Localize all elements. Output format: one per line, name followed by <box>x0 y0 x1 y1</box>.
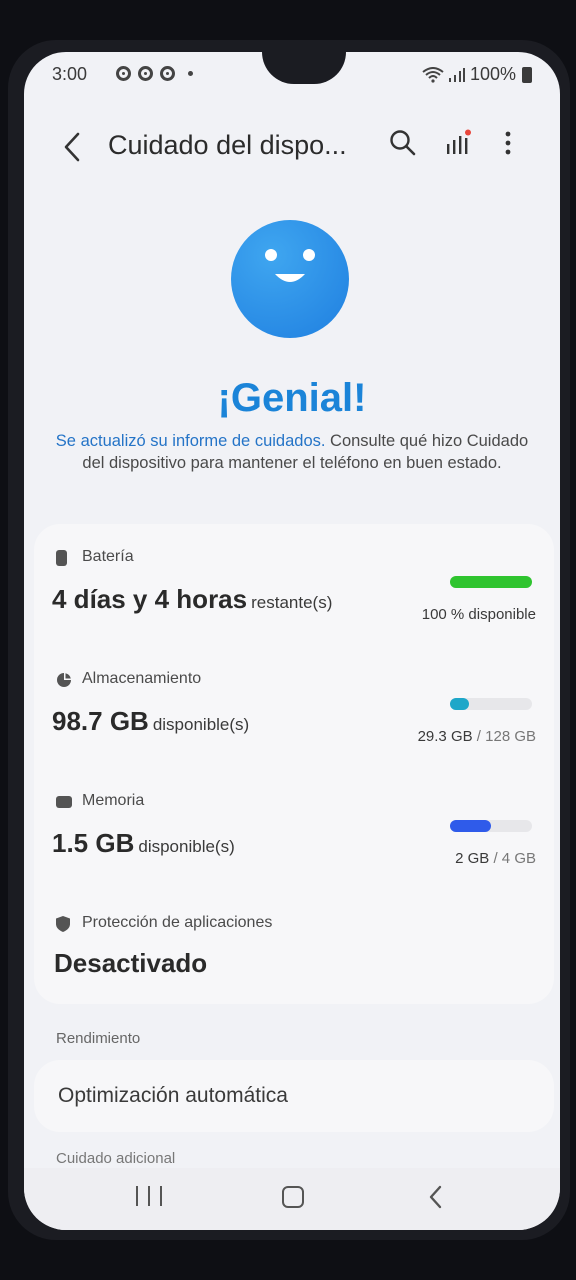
battery-row[interactable]: Batería 4 días y 4 horas restante(s) 100 … <box>34 548 554 658</box>
care-report-link[interactable]: Se actualizó su informe de cuidados. <box>56 432 326 450</box>
insights-icon[interactable] <box>444 128 474 158</box>
chrome-icon <box>138 66 153 81</box>
app-protection-value: Desactivado <box>54 948 208 978</box>
auto-optimization-item[interactable]: Optimización automática <box>34 1060 554 1132</box>
memory-value: 1.5 GB disponible(s) <box>52 828 235 859</box>
recent-apps-icon[interactable] <box>136 1186 162 1208</box>
navigation-bar <box>24 1168 560 1230</box>
storage-stat: 29.3 GB / 128 GB <box>418 728 536 745</box>
back-icon[interactable] <box>428 1184 444 1210</box>
storage-used: 29.3 GB <box>417 728 473 745</box>
storage-total: / 128 GB <box>476 728 536 745</box>
battery-bar-fill <box>450 576 532 588</box>
battery-stat: 100 % disponible <box>421 606 536 623</box>
memory-stat: 2 GB / 4 GB <box>455 850 536 867</box>
headline: ¡Genial! <box>217 376 367 420</box>
page-title: Cuidado del dispo... <box>108 130 347 160</box>
status-card: Batería 4 días y 4 horas restante(s) 100 … <box>34 524 554 1004</box>
more-icon[interactable] <box>498 128 518 158</box>
app-protection-row[interactable]: Protección de aplicaciones Desactivado <box>34 914 554 1024</box>
notification-icons <box>116 66 193 81</box>
screen: 3:00 100% Cuidado del dispo... ¡Genial! … <box>24 52 560 1230</box>
battery-value: 4 días y 4 horas restante(s) <box>52 584 332 615</box>
chrome-icon <box>160 66 175 81</box>
memory-label: Memoria <box>82 792 145 809</box>
memory-row[interactable]: Memoria 1.5 GB disponible(s) 2 GB / 4 GB <box>34 792 554 902</box>
performance-section-label: Rendimiento <box>56 1030 141 1047</box>
chrome-icon <box>116 66 131 81</box>
memory-available: 1.5 GB <box>52 828 135 858</box>
status-time: 3:00 <box>52 64 88 84</box>
memory-total: / 4 GB <box>493 850 536 867</box>
memory-bar-fill <box>450 820 491 832</box>
auto-optimization-label: Optimización automática <box>58 1084 288 1107</box>
battery-icon <box>522 66 532 83</box>
status-bar: 3:00 100% <box>24 62 560 86</box>
wifi-icon <box>422 66 444 83</box>
signal-icon <box>448 67 465 82</box>
status-right: 100% <box>422 64 532 85</box>
memory-icon <box>56 796 72 808</box>
battery-percent: 100% <box>469 64 516 84</box>
memory-unit: disponible(s) <box>138 837 235 856</box>
storage-row[interactable]: Almacenamiento 98.7 GB disponible(s) 29.3… <box>34 670 554 780</box>
app-protection-label: Protección de aplicaciones <box>82 914 273 931</box>
battery-time: 4 días y 4 horas <box>52 584 248 614</box>
home-icon[interactable] <box>282 1186 304 1208</box>
storage-value: 98.7 GB disponible(s) <box>52 706 249 737</box>
battery-bar <box>450 576 532 588</box>
shield-icon <box>56 916 70 932</box>
more-notifications-icon <box>188 71 193 76</box>
storage-bar-fill <box>450 698 469 710</box>
care-report-description: Se actualizó su informe de cuidados. Con… <box>54 430 530 474</box>
additional-care-section-label: Cuidado adicional <box>56 1150 176 1167</box>
memory-used: 2 GB <box>455 850 490 867</box>
memory-bar <box>450 820 532 832</box>
storage-label: Almacenamiento <box>82 670 202 687</box>
battery-unit: restante(s) <box>251 593 333 612</box>
smiley-icon <box>231 220 349 338</box>
storage-bar <box>450 698 532 710</box>
storage-available: 98.7 GB <box>52 706 149 736</box>
app-bar: Cuidado del dispo... <box>24 122 560 172</box>
storage-icon <box>57 673 71 687</box>
search-icon[interactable] <box>388 128 418 158</box>
back-icon[interactable] <box>58 130 88 164</box>
battery-label: Batería <box>82 548 134 565</box>
battery-icon <box>56 550 67 566</box>
storage-unit: disponible(s) <box>152 715 250 734</box>
